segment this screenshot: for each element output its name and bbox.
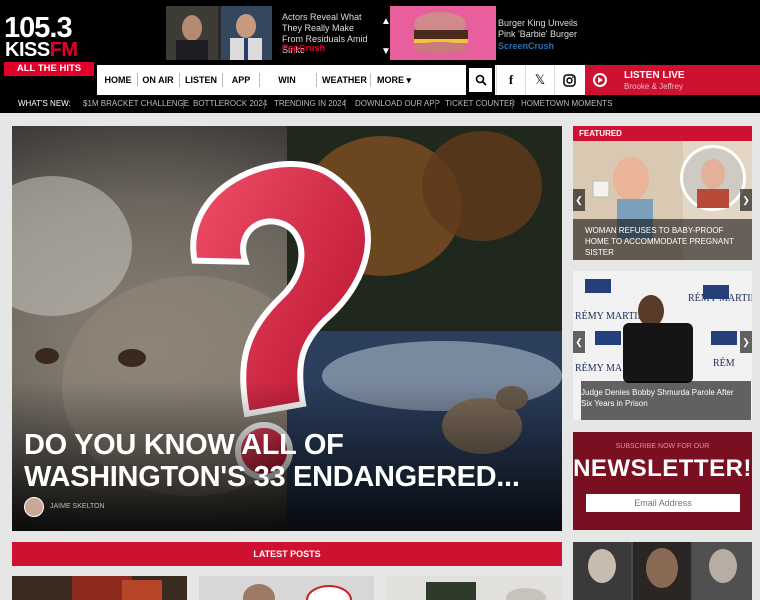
carousel-next[interactable]: ❯: [740, 331, 752, 353]
newsletter-subtitle: SUBSCRIBE NOW FOR OUR: [615, 443, 710, 450]
whats-new-item[interactable]: TRENDING IN 2024: [274, 99, 346, 108]
instagram-icon: [562, 73, 576, 87]
chevron-right-icon: ❯: [742, 337, 750, 347]
whats-new-item[interactable]: $1M BRACKET CHALLENGE: [83, 99, 189, 108]
nav-more[interactable]: MORE ▾: [376, 65, 412, 95]
promo-thumbnail: [390, 6, 496, 60]
featured-caption[interactable]: Judge Denies Bobby Shmurda Parole After …: [573, 387, 752, 409]
chevron-right-icon: ❯: [742, 195, 750, 205]
chevron-left-icon: ❮: [575, 195, 583, 205]
listen-live-button[interactable]: LISTEN LIVE Brooke & Jeffrey: [585, 65, 760, 95]
x-link[interactable]: 𝕏: [525, 65, 554, 95]
nav-divider: [222, 73, 223, 87]
featured-header: FEATURED: [573, 126, 752, 141]
promo-title: Burger King Unveils Pink 'Barbie' Burger: [498, 18, 578, 39]
hero-author[interactable]: JAIME SKELTON: [50, 503, 105, 510]
newsletter-box: SUBSCRIBE NOW FOR OUR NEWSLETTER!: [573, 432, 752, 530]
nav-divider: [137, 73, 138, 87]
whats-new-item[interactable]: TICKET COUNTER: [445, 99, 515, 108]
carousel-next[interactable]: ❯: [740, 189, 752, 211]
featured-card[interactable]: ❮ ❯ WOMAN REFUSES TO BABY-PROOF HOME TO …: [573, 141, 752, 260]
whats-new-label: WHAT'S NEW:: [18, 99, 71, 108]
whats-new-item[interactable]: DOWNLOAD OUR APP: [355, 99, 440, 108]
nav-on-air[interactable]: ON AIR: [142, 65, 174, 95]
nav-weather[interactable]: WEATHER: [322, 65, 367, 95]
logo-tagline: ALL THE HITS: [4, 62, 94, 76]
nav-app[interactable]: APP: [228, 65, 254, 95]
divider: [345, 99, 346, 109]
post-thumbnail[interactable]: [386, 576, 562, 600]
newsletter-title: NEWSLETTER!: [573, 455, 752, 482]
nav-divider: [316, 73, 317, 87]
divider: [183, 99, 184, 109]
email-field[interactable]: [586, 494, 740, 512]
svg-text:RÉM: RÉM: [713, 357, 735, 369]
carousel-prev[interactable]: ❮: [573, 331, 585, 353]
post-thumbnail[interactable]: [12, 576, 187, 600]
search-button[interactable]: [466, 65, 495, 95]
hero-headline[interactable]: DO YOU KNOW ALL OF WASHINGTON'S 33 ENDAN…: [24, 429, 544, 493]
nav-listen[interactable]: LISTEN: [185, 65, 217, 95]
facebook-icon: f: [508, 72, 514, 87]
promo-item-residuals[interactable]: Actors Reveal What They Really Make From…: [166, 6, 376, 60]
site-header: 105.3 KISSFM ALL THE HITS Actors Reveal …: [0, 0, 760, 115]
nav-divider: [179, 73, 180, 87]
promo-item-barbie-burger[interactable]: Burger King Unveils Pink 'Barbie' Burger…: [381, 6, 581, 60]
chevron-down-icon: ▾: [406, 75, 412, 85]
latest-posts-header: LATEST POSTS: [12, 542, 562, 566]
whats-new-item[interactable]: BOTTLEROCK 2024: [193, 99, 267, 108]
divider: [512, 99, 513, 109]
post-thumbnail[interactable]: [199, 576, 374, 600]
whats-new-item[interactable]: HOMETOWN MOMENTS: [521, 99, 612, 108]
carousel-prev[interactable]: ❮: [573, 189, 585, 211]
promo-source: PopCrush: [282, 43, 326, 53]
nav-divider: [370, 73, 371, 87]
x-icon: 𝕏: [534, 72, 546, 87]
logo-kissfm: KISSFM: [5, 39, 78, 61]
chevron-left-icon: ❮: [575, 337, 583, 347]
nav-win-stuff[interactable]: WIN STUFF: [264, 65, 310, 115]
facebook-link[interactable]: f: [496, 65, 525, 95]
nav-home[interactable]: HOME: [103, 65, 133, 95]
divider: [435, 99, 436, 109]
main-nav: HOME ON AIR LISTEN APP WIN STUFF WEATHER…: [97, 65, 760, 115]
search-icon: [475, 74, 487, 86]
whats-new-bar: WHAT'S NEW: $1M BRACKET CHALLENGE BOTTLE…: [0, 95, 760, 113]
band-image[interactable]: [573, 542, 752, 600]
nav-divider: [259, 73, 260, 87]
featured-card[interactable]: RÉMY MARTIN RÉMY MARTIN RÉMY MA RÉM ❮ ❯ …: [573, 271, 752, 420]
listen-live-label: LISTEN LIVE: [624, 70, 685, 81]
play-icon: [593, 73, 607, 87]
station-logo[interactable]: 105.3 KISSFM ALL THE HITS: [4, 12, 94, 76]
hero-article[interactable]: DO YOU KNOW ALL OF WASHINGTON'S 33 ENDAN…: [12, 126, 562, 531]
svg-text:RÉMY MARTIN: RÉMY MARTIN: [575, 310, 645, 322]
promo-thumbnail: [166, 6, 272, 60]
instagram-link[interactable]: [554, 65, 583, 95]
current-show: Brooke & Jeffrey: [624, 82, 683, 91]
author-avatar: [24, 497, 44, 517]
featured-caption[interactable]: WOMAN REFUSES TO BABY-PROOF HOME TO ACCO…: [573, 225, 752, 258]
divider: [264, 99, 265, 109]
svg-text:RÉMY MA: RÉMY MA: [575, 362, 623, 374]
promo-source: ScreenCrush: [498, 41, 555, 51]
